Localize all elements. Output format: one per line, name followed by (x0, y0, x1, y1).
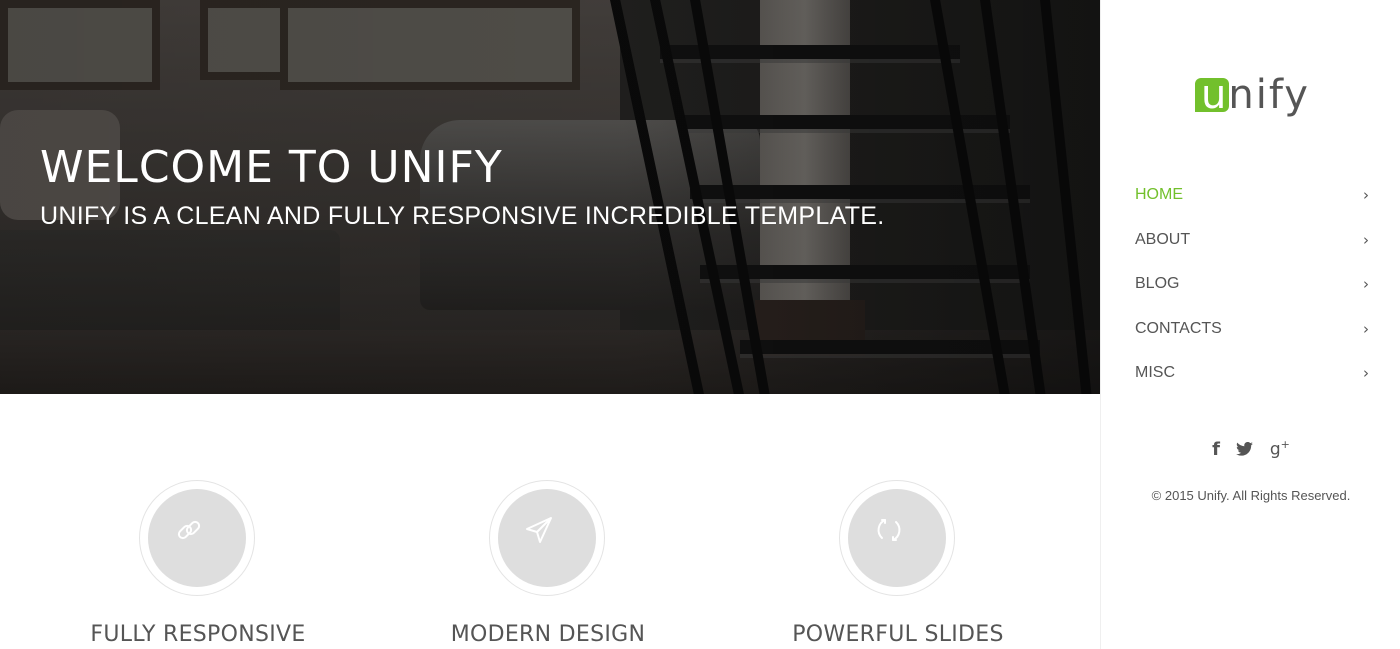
paper-plane-icon (526, 517, 552, 543)
chevron-right-icon: › (1363, 319, 1369, 338)
nav-item-label: BLOG (1135, 275, 1180, 292)
chevron-right-icon: › (1363, 364, 1369, 382)
twitter-icon[interactable] (1236, 439, 1254, 460)
main-nav: HOME › ABOUT › BLOG › CONTACTS › MISC › (1101, 172, 1400, 395)
features-section: FULLY RESPONSIVE MODERN DESIGN POWERFUL … (0, 394, 1100, 649)
nav-item-label: ABOUT (1135, 230, 1191, 248)
facebook-icon[interactable]: f (1212, 439, 1220, 460)
hero-slider: WELCOME TO UNIFY UNIFY IS A CLEAN AND FU… (0, 0, 1100, 394)
logo[interactable]: unify (1195, 72, 1315, 120)
nav-item-about[interactable]: ABOUT › (1101, 217, 1400, 262)
chevron-right-icon: › (1363, 186, 1369, 204)
logo-first-letter: u (1201, 72, 1229, 118)
nav-item-misc[interactable]: MISC › (1101, 350, 1400, 395)
feature-icon-circle (139, 480, 255, 596)
logo-text-rest: nify (1228, 72, 1310, 118)
feature-title: POWERFUL SLIDES (792, 622, 1004, 647)
copyright-text: © 2015 Unify. All Rights Reserved. (1151, 488, 1351, 503)
sidebar: unify HOME › ABOUT › BLOG › CONTACTS › M… (1100, 0, 1400, 649)
feature-icon-circle (839, 480, 955, 596)
chevron-right-icon: › (1363, 230, 1369, 249)
chevron-right-icon: › (1363, 275, 1369, 293)
link-icon (177, 520, 201, 540)
google-plus-icon[interactable]: g+ (1270, 438, 1290, 460)
nav-item-contacts[interactable]: CONTACTS › (1101, 306, 1400, 351)
social-links: f g+ (1101, 438, 1400, 460)
nav-item-blog[interactable]: BLOG › (1101, 261, 1400, 306)
nav-item-home[interactable]: HOME › (1101, 172, 1400, 217)
hero-title: WELCOME TO UNIFY (40, 142, 503, 193)
nav-item-label: MISC (1135, 364, 1175, 381)
feature-title: FULLY RESPONSIVE (90, 622, 306, 647)
hero-subtitle: UNIFY IS A CLEAN AND FULLY RESPONSIVE IN… (40, 202, 885, 230)
nav-item-label: CONTACTS (1135, 319, 1222, 337)
nav-item-label: HOME (1135, 186, 1183, 203)
feature-title: MODERN DESIGN (450, 622, 646, 647)
refresh-icon (877, 519, 901, 541)
feature-icon-circle (489, 480, 605, 596)
